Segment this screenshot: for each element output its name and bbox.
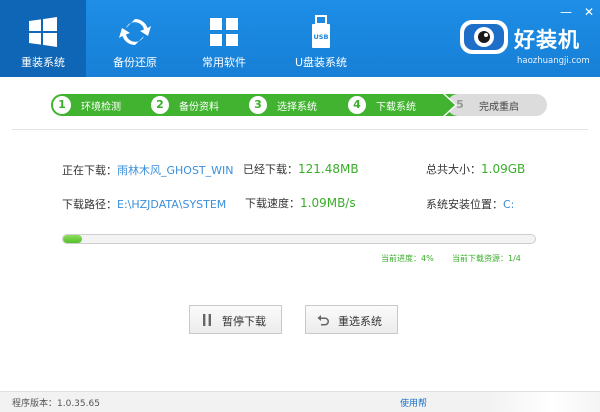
step-finish-restart: 5 完成重启 (449, 94, 547, 116)
pause-icon (203, 314, 211, 326)
divider (12, 129, 588, 130)
current-resource: 当前下载资源：1/4 (452, 253, 521, 264)
speed-label: 下载速度： (245, 197, 300, 210)
install-value: C: (503, 198, 515, 211)
download-path: 下载路径：E:\HZJDATA\SYSTEM (62, 196, 226, 212)
step-label: 备份资料 (179, 102, 219, 113)
total-size: 总共大小：1.09GB (426, 161, 525, 177)
current-resource-value: 1/4 (508, 254, 521, 263)
status-footer: 程序版本：1.0.35.65 使用帮 (0, 391, 600, 412)
download-progress-bar (62, 234, 536, 244)
path-label: 下载路径： (62, 198, 117, 211)
progress-fill (63, 235, 82, 243)
step-backup-data: 2 备份资料 (149, 94, 247, 116)
help-link[interactable]: 使用帮 (400, 396, 427, 409)
install-location: 系统安装位置：C: (426, 196, 514, 212)
total-value: 1.09GB (481, 162, 526, 176)
step-number: 5 (456, 98, 464, 111)
step-label: 完成重启 (479, 102, 519, 113)
step-label: 环境检测 (81, 102, 121, 113)
step-number: 1 (53, 96, 71, 114)
path-value: E:\HZJDATA\SYSTEM (117, 198, 227, 211)
step-number: 3 (249, 96, 267, 114)
apps-grid-icon (210, 18, 238, 46)
nav-label: U盘装系统 (294, 56, 348, 69)
step-number: 4 (348, 96, 366, 114)
pause-download-button[interactable]: 暂停下载 (189, 305, 282, 334)
nav-label: 重装系统 (21, 56, 65, 69)
downloading-value: 雨林木风_GHOST_WIN (117, 164, 234, 177)
downloading-file: 正在下载：雨林木风_GHOST_WIN (62, 162, 234, 178)
step-label: 选择系统 (277, 102, 317, 113)
downloaded-size: 已经下载：121.48MB (243, 161, 359, 177)
footer-fade (440, 392, 600, 412)
mascot-tv-icon (460, 20, 508, 54)
current-progress-value: 4% (421, 254, 434, 263)
step-environment-check: 1 环境检测 (51, 94, 149, 116)
nav-backup-restore[interactable]: 备份还原 (92, 0, 178, 77)
speed-value: 1.09MB/s (300, 196, 356, 210)
undo-arrow-icon (317, 315, 329, 326)
nav-reinstall-system[interactable]: 重装系统 (0, 0, 86, 77)
usb-drive-icon: USB (312, 15, 330, 48)
current-progress: 当前进度：4% (381, 253, 434, 264)
pause-download-label: 暂停下载 (222, 315, 266, 328)
watermark-fade (445, 378, 595, 391)
downloading-label: 正在下载： (62, 164, 117, 177)
refresh-icon (119, 18, 151, 46)
nav-usb-install[interactable]: USB U盘装系统 (278, 0, 364, 77)
nav-common-software[interactable]: 常用软件 (181, 0, 267, 77)
reselect-system-label: 重选系统 (338, 315, 382, 328)
step-number: 2 (151, 96, 169, 114)
step-select-system: 3 选择系统 (247, 94, 345, 116)
downloaded-value: 121.48MB (298, 162, 359, 176)
nav-label: 备份还原 (113, 56, 157, 69)
program-version: 程序版本：1.0.35.65 (12, 399, 100, 409)
step-download-system: 4 下载系统 (346, 94, 444, 116)
current-progress-label: 当前进度： (381, 254, 421, 263)
current-resource-label: 当前下载资源： (452, 254, 508, 263)
install-steps: 1 环境检测 2 备份资料 3 选择系统 4 下载系统 5 完成重启 (51, 94, 547, 116)
total-label: 总共大小： (426, 163, 481, 176)
nav-label: 常用软件 (202, 56, 246, 69)
step-label: 下载系统 (376, 102, 416, 113)
brand-name: 好装机 (514, 28, 580, 52)
app-header: 重装系统 备份还原 常用软件 USB U盘装系统 — ✕ 好装机 haozhua… (0, 0, 600, 77)
svg-text:USB: USB (314, 33, 329, 41)
brand-url: haozhuangji.com (517, 56, 590, 66)
brand-logo: 好装机 haozhuangji.com (458, 14, 598, 72)
reselect-system-button[interactable]: 重选系统 (305, 305, 398, 334)
download-speed: 下载速度：1.09MB/s (245, 195, 356, 211)
install-label: 系统安装位置： (426, 198, 503, 211)
downloaded-label: 已经下载： (243, 163, 298, 176)
windows-icon (29, 17, 57, 47)
